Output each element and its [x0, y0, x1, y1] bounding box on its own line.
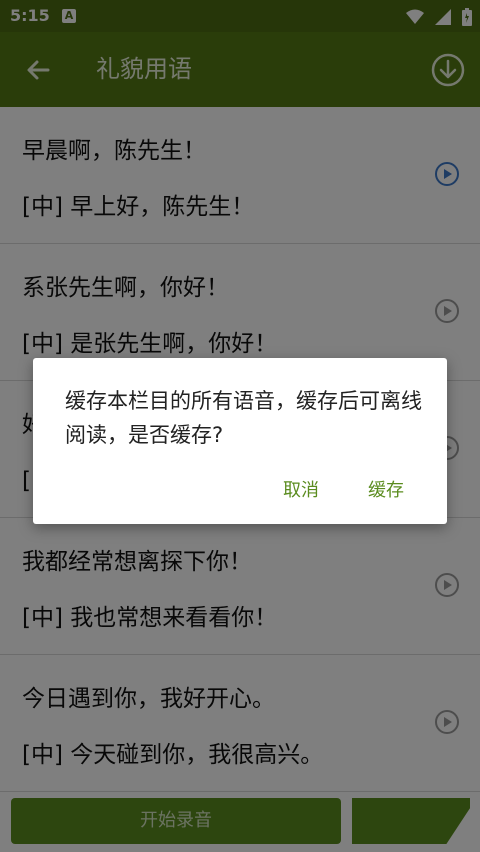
cache-confirm-button[interactable]: 缓存 — [368, 476, 404, 502]
cancel-button[interactable]: 取消 — [283, 476, 319, 502]
cache-dialog: 缓存本栏目的所有语音，缓存后可离线阅读，是否缓存? 取消 缓存 — [33, 358, 447, 524]
dialog-message: 缓存本栏目的所有语音，缓存后可离线阅读，是否缓存? — [65, 389, 422, 447]
